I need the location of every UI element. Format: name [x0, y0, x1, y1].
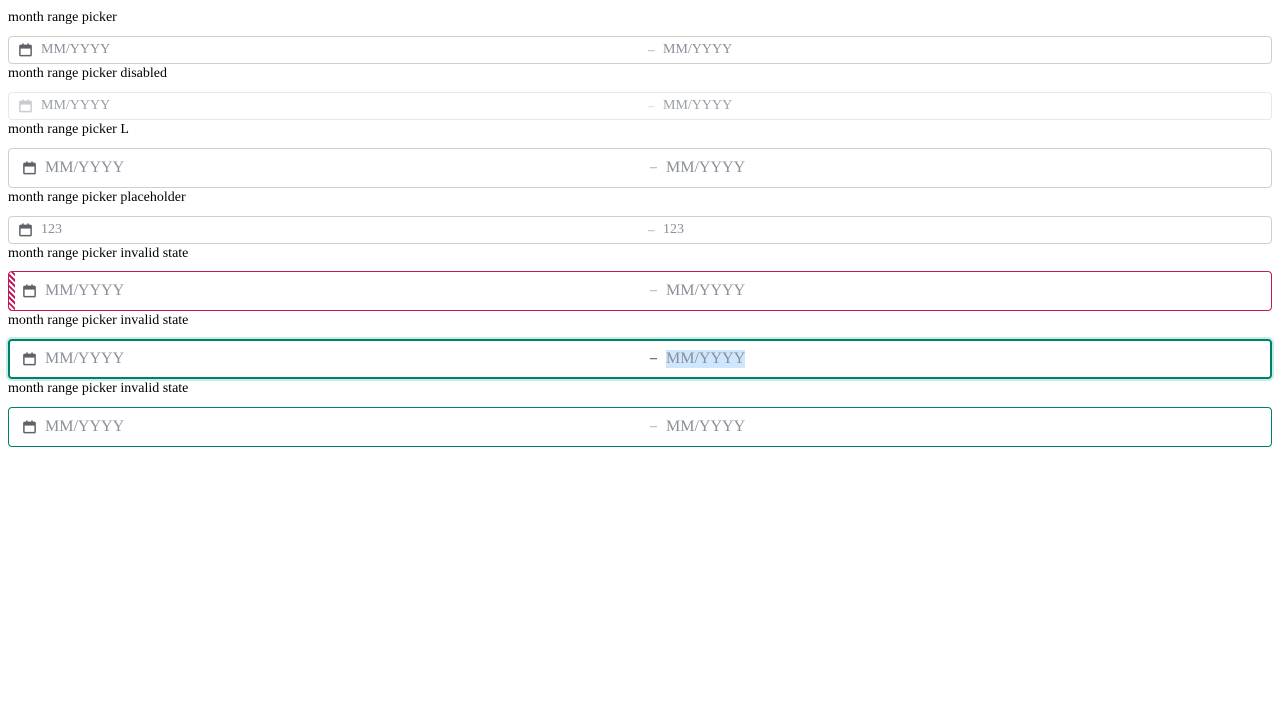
picker-label: month range picker disabled [8, 66, 168, 81]
month-range-picker-disabled: MM/YYYY – MM/YYYY [8, 92, 1272, 120]
end-month-input: MM/YYYY [663, 98, 733, 113]
start-month-input[interactable]: MM/YYYY [45, 418, 124, 436]
month-range-picker[interactable]: MM/YYYY – MM/YYYY [8, 36, 1272, 64]
month-range-picker-invalid[interactable]: MM/YYYY – MM/YYYY [8, 271, 1272, 311]
month-range-picker-valid[interactable]: MM/YYYY – MM/YYYY [8, 407, 1272, 447]
range-separator: – [648, 42, 655, 57]
end-month-input[interactable]: 123 [663, 222, 684, 238]
calendar-icon[interactable] [22, 420, 37, 435]
calendar-icon[interactable] [18, 223, 33, 238]
end-month-input[interactable]: MM/YYYY [663, 42, 732, 58]
start-month-input: MM/YYYY [41, 98, 111, 113]
start-month-input[interactable]: 123 [41, 222, 62, 238]
calendar-icon[interactable] [22, 284, 37, 299]
end-month-input[interactable]: MM/YYYY [666, 350, 746, 368]
calendar-icon[interactable] [22, 352, 37, 367]
picker-label: month range picker placeholder [8, 190, 186, 205]
start-month-input[interactable]: MM/YYYY [45, 159, 124, 177]
range-separator: – [650, 351, 657, 366]
range-separator: – [650, 283, 657, 298]
calendar-icon[interactable] [22, 161, 37, 176]
picker-label: month range picker invalid state [8, 246, 189, 261]
range-separator: – [648, 98, 655, 113]
range-separator: – [650, 419, 657, 434]
end-month-input[interactable]: MM/YYYY [666, 418, 745, 436]
picker-label: month range picker [8, 10, 117, 25]
start-month-input[interactable]: MM/YYYY [45, 282, 124, 300]
picker-label: month range picker invalid state [8, 313, 189, 328]
invalid-indicator [9, 272, 15, 310]
picker-label: month range picker invalid state [8, 381, 189, 396]
month-range-picker-placeholder[interactable]: 123 – 123 [8, 216, 1272, 244]
range-separator: – [648, 222, 655, 237]
month-range-picker-focused[interactable]: MM/YYYY – MM/YYYY [8, 339, 1272, 379]
start-month-input[interactable]: MM/YYYY [41, 42, 110, 58]
picker-label: month range picker L [8, 122, 129, 137]
end-month-input[interactable]: MM/YYYY [666, 159, 745, 177]
month-range-picker-large[interactable]: MM/YYYY – MM/YYYY [8, 148, 1272, 188]
range-separator: – [650, 160, 657, 175]
end-month-input[interactable]: MM/YYYY [666, 282, 745, 300]
calendar-icon[interactable] [18, 43, 33, 58]
calendar-icon [19, 99, 32, 113]
start-month-input[interactable]: MM/YYYY [45, 350, 124, 368]
